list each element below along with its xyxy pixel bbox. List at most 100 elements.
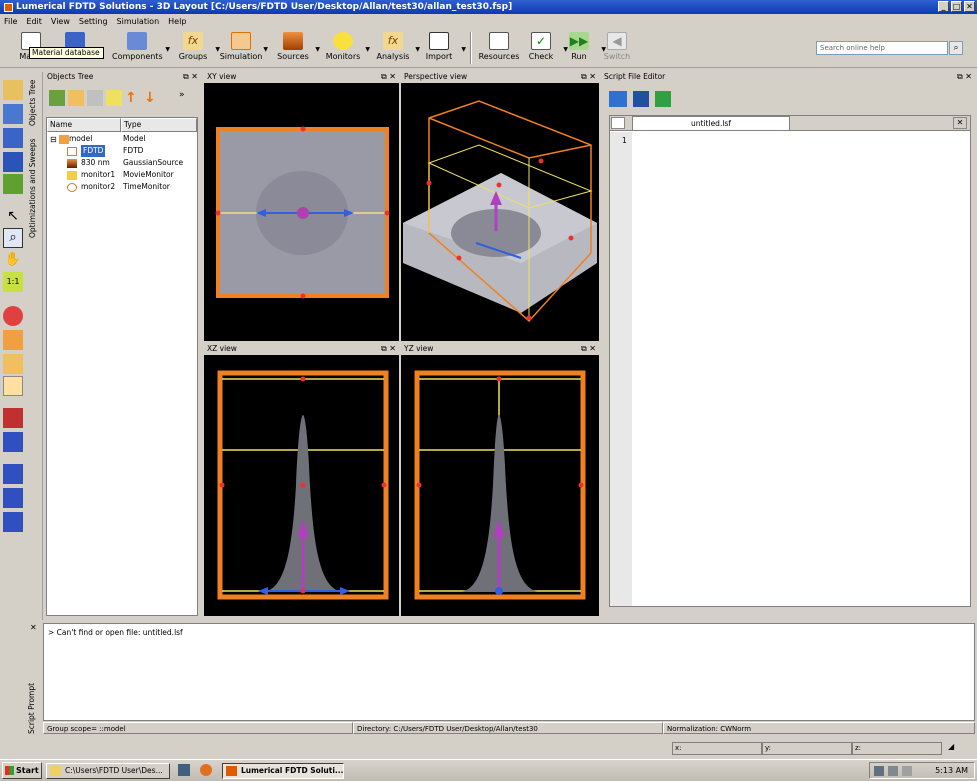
pyramid-tool-icon[interactable] <box>3 128 23 148</box>
script-prompt-console[interactable]: > Can't find or open file: untitled.lsf <box>43 623 975 721</box>
pan-hand-icon[interactable]: ✋ <box>3 250 23 270</box>
panel-close-icon[interactable]: ⧉ ✕ <box>957 71 972 83</box>
start-button[interactable]: Start <box>2 762 42 779</box>
view-x-icon[interactable] <box>3 408 23 428</box>
resources-button[interactable]: Resources <box>476 31 522 65</box>
move-up-icon[interactable]: ↑ <box>125 90 141 106</box>
add-group-icon[interactable] <box>49 90 65 106</box>
taskbar: Start C:\Users\FDTD User\Des... Lumerica… <box>0 759 977 781</box>
tree-row[interactable]: FDTD FDTD <box>47 145 197 157</box>
zoom-extent-icon[interactable] <box>3 306 23 326</box>
tab-objects-tree[interactable]: Objects Tree <box>28 78 42 128</box>
clock: 5:13 AM <box>935 766 968 775</box>
view-x-select-icon[interactable] <box>3 464 23 484</box>
edit-object-icon[interactable] <box>106 90 122 106</box>
tab-optimizations[interactable]: Optimizations and Sweeps <box>28 134 42 242</box>
zoom-icon[interactable]: ⌕ <box>3 228 23 248</box>
open-file-icon[interactable] <box>609 91 627 107</box>
volume-icon[interactable] <box>902 766 912 776</box>
menu-edit[interactable]: Edit <box>26 17 42 26</box>
sources-button[interactable]: Sources ▼ <box>270 31 320 65</box>
tab-script-prompt[interactable]: Script Prompt <box>27 681 41 736</box>
new-script-icon[interactable] <box>611 117 625 129</box>
add-analysis-icon[interactable] <box>68 90 84 106</box>
delete-tool-icon[interactable] <box>3 174 23 194</box>
tray-icon[interactable] <box>874 766 884 776</box>
select-cursor-icon[interactable]: ↖ <box>3 206 23 226</box>
perspective-view[interactable]: Perspective view ⧉ ✕ <box>401 71 599 341</box>
close-tab-icon[interactable]: ✕ <box>953 117 967 129</box>
prompt-close-icon[interactable]: ✕ <box>30 623 37 632</box>
edit-tool-icon[interactable] <box>3 80 23 100</box>
groups-button[interactable]: fx Groups ▼ <box>170 31 220 65</box>
grid-icon[interactable] <box>3 330 23 350</box>
search-help-input[interactable]: Search online help <box>816 41 948 55</box>
list-icon[interactable] <box>3 376 23 396</box>
simulation-button[interactable]: Simulation ▼ <box>218 31 268 65</box>
quicklaunch-icon[interactable] <box>178 764 190 776</box>
network-icon[interactable] <box>888 766 898 776</box>
maximize-button[interactable]: □ <box>951 1 962 12</box>
tree-row[interactable]: ⊟ model Model <box>47 133 197 145</box>
perspective-view-canvas <box>403 100 597 323</box>
tab-untitled-lsf[interactable]: untitled.lsf <box>632 116 790 131</box>
menu-setting[interactable]: Setting <box>79 17 108 26</box>
toolbar-separator <box>470 32 472 64</box>
column-header-type[interactable]: Type <box>121 118 197 132</box>
analysis-button[interactable]: fx Analysis ▼ <box>370 31 420 65</box>
menu-view[interactable]: View <box>51 17 70 26</box>
more-icon[interactable]: » <box>179 90 195 106</box>
objects-tree: Name Type ⊟ model Model FDTD FDTD 830 nm… <box>46 117 198 616</box>
structure-tool-icon[interactable] <box>3 104 23 124</box>
close-button[interactable]: ✕ <box>964 1 975 12</box>
firefox-icon[interactable] <box>200 764 212 776</box>
x-coordinate: x: <box>672 742 762 755</box>
mesh-icon[interactable] <box>3 354 23 374</box>
minimize-button[interactable]: _ <box>938 1 949 12</box>
run-script-icon[interactable] <box>655 91 671 107</box>
components-icon <box>127 32 147 50</box>
import-button[interactable]: Import ▼ <box>416 31 466 65</box>
view-close-icon[interactable]: ⧉ ✕ <box>581 71 596 83</box>
console-message: > Can't find or open file: untitled.lsf <box>48 628 183 637</box>
xy-view[interactable]: XY view ⧉ ✕ <box>204 71 399 341</box>
view-z-select-icon[interactable] <box>3 512 23 532</box>
save-file-icon[interactable] <box>633 91 649 107</box>
side-tabs: Objects Tree Optimizations and Sweeps <box>26 72 43 620</box>
components-button[interactable]: Components ▼ <box>112 31 170 65</box>
menu-simulation[interactable]: Simulation <box>117 17 160 26</box>
search-icon[interactable]: ⌕ <box>949 41 963 55</box>
view-close-icon[interactable]: ⧉ ✕ <box>581 343 596 355</box>
switch-button[interactable]: ◀ Switch <box>594 31 640 65</box>
fdtd-icon <box>67 147 77 156</box>
array-tool-icon[interactable] <box>3 152 23 172</box>
move-down-icon[interactable]: ↓ <box>144 90 160 106</box>
taskbar-lumerical[interactable]: Lumerical FDTD Soluti... <box>222 763 344 779</box>
simulation-icon <box>231 32 251 50</box>
app-icon <box>4 2 13 12</box>
status-group-scope: Group scope= ::model <box>43 722 353 734</box>
z-coordinate: z: <box>852 742 942 755</box>
tree-row[interactable]: monitor2 TimeMonitor <box>47 181 197 193</box>
tree-row[interactable]: monitor1 MovieMonitor <box>47 169 197 181</box>
menu-help[interactable]: Help <box>168 17 186 26</box>
monitors-button[interactable]: Monitors ▼ <box>320 31 370 65</box>
xz-view[interactable]: XZ view ⧉ ✕ <box>204 343 399 616</box>
view-y-icon[interactable] <box>3 432 23 452</box>
column-header-name[interactable]: Name <box>47 118 121 132</box>
taskbar-explorer[interactable]: C:\Users\FDTD User\Des... <box>46 763 170 779</box>
view-close-icon[interactable]: ⧉ ✕ <box>381 343 396 355</box>
status-directory: Directory: C:/Users/FDTD User/Desktop/Al… <box>353 722 663 734</box>
one-to-one-icon[interactable]: 1:1 <box>3 272 23 292</box>
coordinate-bar: x: y: z: ◢ <box>0 740 977 757</box>
yz-view[interactable]: YZ view ⧉ ✕ <box>401 343 599 616</box>
view-y-select-icon[interactable] <box>3 488 23 508</box>
menu-bar: File Edit View Setting Simulation Help <box>0 14 977 28</box>
xy-view-canvas <box>215 126 390 299</box>
view-close-icon[interactable]: ⧉ ✕ <box>381 71 396 83</box>
tree-row[interactable]: 830 nm GaussianSource <box>47 157 197 169</box>
script-editor[interactable]: untitled.lsf ✕ 1 <box>609 115 971 607</box>
tree-options-icon[interactable] <box>87 90 103 106</box>
menu-file[interactable]: File <box>4 17 17 26</box>
panel-close-icon[interactable]: ⧉ ✕ <box>183 71 198 83</box>
